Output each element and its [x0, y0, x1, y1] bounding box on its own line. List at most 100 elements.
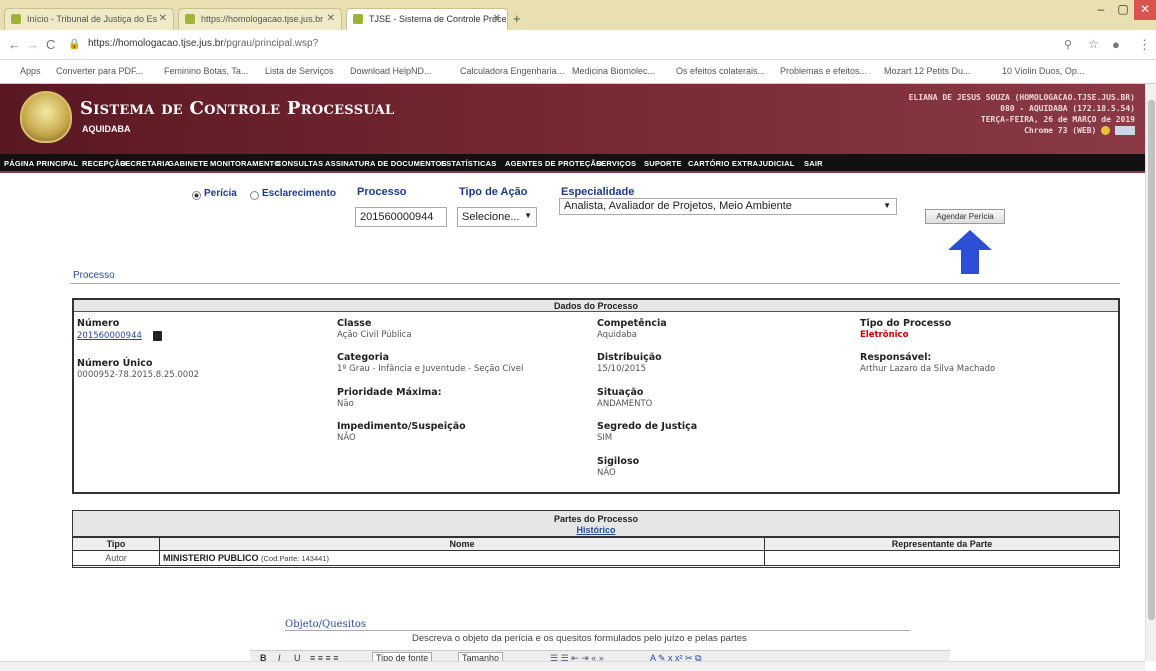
- segredo-value: SIM: [597, 433, 613, 443]
- impedimento-value: NÃO: [337, 433, 356, 443]
- copy-icon[interactable]: [153, 331, 162, 341]
- favicon-icon: [353, 14, 363, 24]
- menu-item-secretaria[interactable]: SECRETARIA: [120, 159, 170, 168]
- dados-processo-panel: Dados do Processo: [72, 298, 1120, 494]
- user-info: ELIANA DE JESUS SOUZA (HOMOLOGACAO.TJSE.…: [908, 93, 1135, 135]
- app-title: Sistema de Controle Processual: [80, 98, 395, 119]
- processo-section-link[interactable]: Processo: [73, 270, 115, 281]
- dados-processo-header: Dados do Processo: [74, 300, 1118, 312]
- zoom-icon[interactable]: ⚲: [1064, 38, 1072, 51]
- radio-esclarecimento[interactable]: [250, 191, 259, 200]
- browser-tab-inicio[interactable]: Início - Tribunal de Justiça do Es ✕: [4, 8, 174, 30]
- prioridade-label: Prioridade Máxima:: [337, 387, 442, 398]
- tipo-acao-select[interactable]: Selecione... ▼: [457, 207, 537, 227]
- row-representante-cell: [764, 550, 1120, 566]
- tipo-processo-label: Tipo do Processo: [860, 318, 952, 329]
- numero-label: Número: [77, 318, 120, 329]
- objeto-quesitos-label: Objeto/Quesitos: [285, 619, 367, 630]
- competencia-label: Competência: [597, 318, 667, 329]
- bookmark-item[interactable]: 10 Violin Duos, Op...: [1002, 66, 1084, 76]
- bookmark-item[interactable]: Medicina Biomolec...: [572, 66, 655, 76]
- close-tab-icon[interactable]: ✕: [159, 13, 167, 24]
- reload-icon[interactable]: C: [46, 37, 55, 52]
- sigiloso-value: NÃO: [597, 468, 616, 478]
- menu-item-sair[interactable]: SAIR: [804, 159, 823, 168]
- browser-menu-icon[interactable]: ⋮: [1138, 37, 1151, 53]
- row-tipo-cell: Autor: [72, 550, 160, 566]
- dropdown-arrow-icon: ▼: [883, 201, 891, 210]
- radio-esclarecimento-label: Esclarecimento: [262, 188, 336, 199]
- situacao-label: Situação: [597, 387, 644, 398]
- bookmark-item[interactable]: Download HelpND...: [350, 66, 432, 76]
- radio-pericia-label: Perícia: [204, 188, 237, 199]
- col-tipo-header: Tipo: [72, 537, 160, 551]
- tipo-acao-label: Tipo de Ação: [459, 186, 528, 198]
- menu-item-gabinete[interactable]: GABINETE: [168, 159, 208, 168]
- browser-tab-bar: Início - Tribunal de Justiça do Es ✕ http…: [0, 0, 1156, 30]
- back-icon[interactable]: ←: [8, 37, 21, 52]
- vertical-scrollbar[interactable]: [1145, 84, 1156, 661]
- bookmark-item[interactable]: Mozart 12 Petits Du...: [884, 66, 971, 76]
- menu-item-monitoramento[interactable]: MONITORAMENTO: [210, 159, 280, 168]
- historico-link[interactable]: Histórico: [73, 525, 1119, 536]
- bookmark-item[interactable]: Converter para PDF...: [56, 66, 143, 76]
- menu-item-cartorio[interactable]: CARTÓRIO EXTRAJUDICIAL: [688, 159, 795, 168]
- user-tools-icon[interactable]: [1115, 126, 1135, 135]
- distribuicao-value: 15/10/2015: [597, 364, 646, 374]
- editor-description: Descreva o objeto da perícia e os quesit…: [412, 633, 747, 644]
- account-icon[interactable]: ●: [1112, 37, 1120, 52]
- bookmark-item[interactable]: Problemas e efeitos...: [780, 66, 867, 76]
- processo-input[interactable]: 201560000944: [355, 207, 447, 227]
- chrome-icon: [1101, 126, 1111, 135]
- impedimento-label: Impedimento/Suspeição: [337, 421, 466, 432]
- bookmark-item[interactable]: Os efeitos colaterais...: [676, 66, 765, 76]
- distribuicao-label: Distribuição: [597, 352, 662, 363]
- favicon-icon: [185, 14, 195, 24]
- dropdown-arrow-icon: ▼: [524, 211, 532, 220]
- classe-value: Ação Civil Pública: [337, 330, 412, 340]
- menu-item-suporte[interactable]: SUPORTE: [644, 159, 682, 168]
- menu-item-pagina-principal[interactable]: PÁGINA PRINCIPAL: [4, 159, 78, 168]
- maximize-icon[interactable]: ▢: [1112, 0, 1134, 20]
- menu-item-assinatura[interactable]: ASSINATURA DE DOCUMENTOS: [325, 159, 447, 168]
- court-crest-logo: [20, 91, 72, 143]
- numero-unico-label: Número Único: [77, 358, 153, 369]
- bookmark-item[interactable]: Lista de Serviços: [265, 66, 334, 76]
- horizontal-scrollbar[interactable]: [0, 661, 1145, 671]
- menu-item-consultas[interactable]: CONSULTAS: [276, 159, 323, 168]
- menu-item-servicos[interactable]: SERVIÇOS: [596, 159, 636, 168]
- numero-unico-value: 0000952-78.2015.8.25.0002: [77, 370, 200, 380]
- numero-link[interactable]: 201560000944: [77, 331, 142, 341]
- browser-tab-tjse[interactable]: TJSE - Sistema de Controle Proce ✕: [346, 8, 508, 30]
- menu-item-estatisticas[interactable]: ESTATÍSTICAS: [441, 159, 496, 168]
- minimize-icon[interactable]: –: [1090, 0, 1112, 20]
- browser-tab-homologacao[interactable]: https://homologacao.tjse.jus.br ✕: [178, 8, 342, 30]
- close-tab-icon[interactable]: ✕: [327, 13, 335, 24]
- agendar-pericia-button[interactable]: Agendar Perícia: [925, 209, 1005, 224]
- scroll-thumb[interactable]: [1148, 100, 1155, 620]
- responsavel-value: Arthur Lazaro da Silva Machado: [860, 364, 996, 374]
- especialidade-select[interactable]: Analista, Avaliador de Projetos, Meio Am…: [559, 198, 897, 215]
- bookmarks-bar: Apps Converter para PDF... Feminino Bota…: [0, 60, 1156, 84]
- new-tab-icon[interactable]: +: [513, 11, 521, 26]
- star-icon[interactable]: ☆: [1088, 37, 1099, 51]
- forward-icon[interactable]: →: [26, 37, 39, 52]
- address-bar: ← → C 🔒 https://homologacao.tjse.jus.br/…: [0, 30, 1156, 60]
- bookmark-item[interactable]: Apps: [20, 66, 41, 76]
- bookmark-item[interactable]: Feminino Botas, Ta...: [164, 66, 248, 76]
- url-field[interactable]: https://homologacao.tjse.jus.br/pgrau/pr…: [88, 38, 318, 49]
- app-header: Sistema de Controle Processual AQUIDABA …: [0, 84, 1145, 154]
- classe-label: Classe: [337, 318, 372, 329]
- editor-divider: [285, 630, 910, 631]
- situacao-value: ANDAMENTO: [597, 399, 653, 409]
- partes-header: Partes do Processo Histórico: [72, 510, 1120, 537]
- close-tab-icon[interactable]: ✕: [493, 13, 501, 24]
- segredo-label: Segredo de Justiça: [597, 421, 698, 432]
- row-nome-cell: MINISTERIO PUBLICO (Cod.Parte: 143441): [159, 550, 765, 566]
- menu-item-agentes[interactable]: AGENTES DE PROTEÇÃO: [505, 159, 602, 168]
- radio-pericia[interactable]: [192, 191, 201, 200]
- main-menu: PÁGINA PRINCIPAL RECEPÇÃO SECRETARIA GAB…: [0, 154, 1145, 173]
- window-close-icon[interactable]: ✕: [1134, 0, 1156, 20]
- lock-icon: 🔒: [68, 39, 81, 50]
- bookmark-item[interactable]: Calculadora Engenharia...: [460, 66, 564, 76]
